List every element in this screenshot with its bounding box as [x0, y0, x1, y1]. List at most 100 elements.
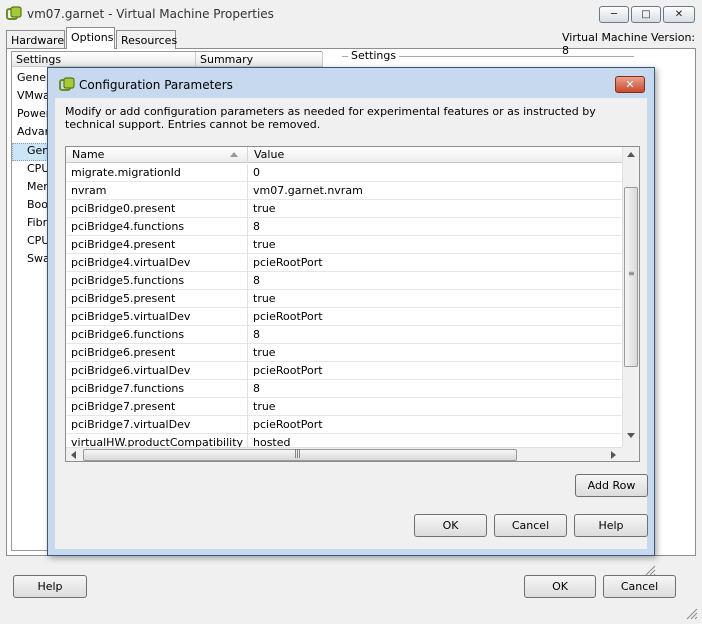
param-value-cell[interactable]: true [248, 290, 622, 308]
resize-grip-icon[interactable] [684, 606, 698, 620]
param-value-cell[interactable]: true [248, 236, 622, 254]
param-value-cell[interactable]: pcieRootPort [248, 254, 622, 272]
dialog-help-button[interactable]: Help [574, 514, 648, 537]
dialog-titlebar[interactable]: Configuration Parameters ✕ [48, 68, 654, 98]
table-row[interactable]: virtualHW.productCompatibility hosted [66, 434, 622, 447]
table-row[interactable]: pciBridge6.present true [66, 344, 622, 362]
settings-item[interactable]: VMwa [17, 89, 50, 102]
param-value-cell[interactable]: 8 [248, 218, 622, 236]
maximize-icon: □ [641, 9, 651, 20]
add-row-button[interactable]: Add Row [575, 474, 648, 497]
dialog-ok-button[interactable]: OK [414, 514, 487, 537]
param-name-cell[interactable]: migrate.migrationId [66, 164, 248, 182]
cancel-button[interactable]: Cancel [603, 575, 676, 598]
table-row[interactable]: pciBridge7.present true [66, 398, 622, 416]
close-icon: ✕ [674, 9, 684, 20]
table-row[interactable]: pciBridge5.present true [66, 290, 622, 308]
window-title: vm07.garnet - Virtual Machine Properties [27, 7, 274, 21]
scroll-grip-icon: ||| [294, 449, 301, 459]
parameters-grid[interactable]: Name Value migrate.migrationId 0 nvram vm07… [65, 146, 640, 462]
tab-hardware[interactable]: Hardware [6, 30, 65, 49]
minimize-button[interactable]: ─ [599, 6, 629, 23]
param-value-cell[interactable]: 8 [248, 380, 622, 398]
table-row[interactable]: pciBridge6.functions 8 [66, 326, 622, 344]
param-name-cell[interactable]: pciBridge6.functions [66, 326, 248, 344]
param-name-cell[interactable]: pciBridge4.present [66, 236, 248, 254]
param-value-cell[interactable]: vm07.garnet.nvram [248, 182, 622, 200]
scroll-grip-icon: ≡ [628, 269, 635, 278]
window-titlebar[interactable]: vm07.garnet - Virtual Machine Properties… [0, 0, 702, 28]
table-row[interactable]: pciBridge0.present true [66, 200, 622, 218]
sort-ascending-icon [230, 152, 238, 157]
grid-rows: migrate.migrationId 0 nvram vm07.garnet.nvr… [66, 164, 622, 447]
settings-column-header[interactable]: Settings [12, 52, 196, 67]
settings-item[interactable]: Gener [17, 71, 51, 84]
param-value-cell[interactable]: true [248, 398, 622, 416]
table-row[interactable]: pciBridge7.functions 8 [66, 380, 622, 398]
dialog-close-button[interactable]: ✕ [615, 76, 645, 93]
scroll-up-icon[interactable] [627, 152, 635, 157]
param-value-cell[interactable]: pcieRootPort [248, 362, 622, 380]
scrollbar-corner [622, 447, 639, 461]
vertical-scrollbar[interactable]: ≡ [622, 147, 639, 447]
settings-item[interactable]: Power [17, 107, 50, 120]
table-row[interactable]: pciBridge4.functions 8 [66, 218, 622, 236]
param-name-cell[interactable]: pciBridge7.functions [66, 380, 248, 398]
param-value-cell[interactable]: 0 [248, 164, 622, 182]
param-name-cell[interactable]: pciBridge6.present [66, 344, 248, 362]
dialog-cancel-button[interactable]: Cancel [494, 514, 567, 537]
settings-item[interactable]: Gen [27, 144, 49, 157]
dialog-body: Modify or add configuration parameters a… [55, 98, 656, 576]
vsphere-app-icon [59, 77, 75, 91]
horizontal-scrollbar[interactable]: ||| [66, 447, 622, 461]
param-value-cell[interactable]: pcieRootPort [248, 416, 622, 434]
table-row[interactable]: pciBridge5.functions 8 [66, 272, 622, 290]
param-name-cell[interactable]: pciBridge5.functions [66, 272, 248, 290]
table-row[interactable]: pciBridge4.virtualDev pcieRootPort [66, 254, 622, 272]
table-row[interactable]: pciBridge6.virtualDev pcieRootPort [66, 362, 622, 380]
param-name-cell[interactable]: pciBridge0.present [66, 200, 248, 218]
table-row[interactable]: pciBridge4.present true [66, 236, 622, 254]
settings-item[interactable]: Boo [27, 198, 48, 211]
param-name-cell[interactable]: pciBridge5.virtualDev [66, 308, 248, 326]
param-value-cell[interactable]: pcieRootPort [248, 308, 622, 326]
vertical-scroll-thumb[interactable]: ≡ [624, 187, 638, 367]
scroll-left-icon[interactable] [71, 451, 76, 459]
grid-header: Name Value [66, 147, 622, 163]
scroll-right-icon[interactable] [611, 451, 616, 459]
close-button[interactable]: ✕ [663, 6, 695, 23]
param-value-cell[interactable]: hosted [248, 434, 622, 447]
table-row[interactable]: migrate.migrationId 0 [66, 164, 622, 182]
maximize-button[interactable]: □ [631, 6, 661, 23]
param-name-cell[interactable]: pciBridge6.virtualDev [66, 362, 248, 380]
horizontal-scroll-thumb[interactable]: ||| [83, 449, 517, 461]
summary-column-header[interactable]: Summary [196, 52, 323, 67]
table-row[interactable]: pciBridge5.virtualDev pcieRootPort [66, 308, 622, 326]
param-value-cell[interactable]: true [248, 200, 622, 218]
param-name-cell[interactable]: pciBridge7.present [66, 398, 248, 416]
param-value-cell[interactable]: true [248, 344, 622, 362]
vm-properties-window: vm07.garnet - Virtual Machine Properties… [0, 0, 702, 624]
param-name-cell[interactable]: pciBridge7.virtualDev [66, 416, 248, 434]
param-name-cell[interactable]: pciBridge5.present [66, 290, 248, 308]
table-row[interactable]: pciBridge7.virtualDev pcieRootPort [66, 416, 622, 434]
settings-item[interactable]: Fibr [27, 216, 47, 229]
tab-resources[interactable]: Resources [116, 30, 177, 49]
resize-grip-icon[interactable] [644, 564, 656, 576]
ok-button[interactable]: OK [524, 575, 596, 598]
param-value-cell[interactable]: 8 [248, 272, 622, 290]
name-column-header[interactable]: Name [66, 147, 248, 163]
param-name-cell[interactable]: pciBridge4.functions [66, 218, 248, 236]
param-name-cell[interactable]: nvram [66, 182, 248, 200]
param-name-cell[interactable]: virtualHW.productCompatibility [66, 434, 248, 447]
param-name-cell[interactable]: pciBridge4.virtualDev [66, 254, 248, 272]
tab-options[interactable]: Options [66, 27, 115, 49]
param-value-cell[interactable]: 8 [248, 326, 622, 344]
value-column-header[interactable]: Value [248, 147, 622, 163]
minimize-icon: ─ [610, 9, 618, 20]
help-button[interactable]: Help [13, 575, 87, 598]
table-row[interactable]: nvram vm07.garnet.nvram [66, 182, 622, 200]
settings-group-label: Settings [348, 49, 400, 62]
vm-version-label: Virtual Machine Version: 8 [562, 31, 696, 57]
scroll-down-icon[interactable] [627, 433, 635, 438]
